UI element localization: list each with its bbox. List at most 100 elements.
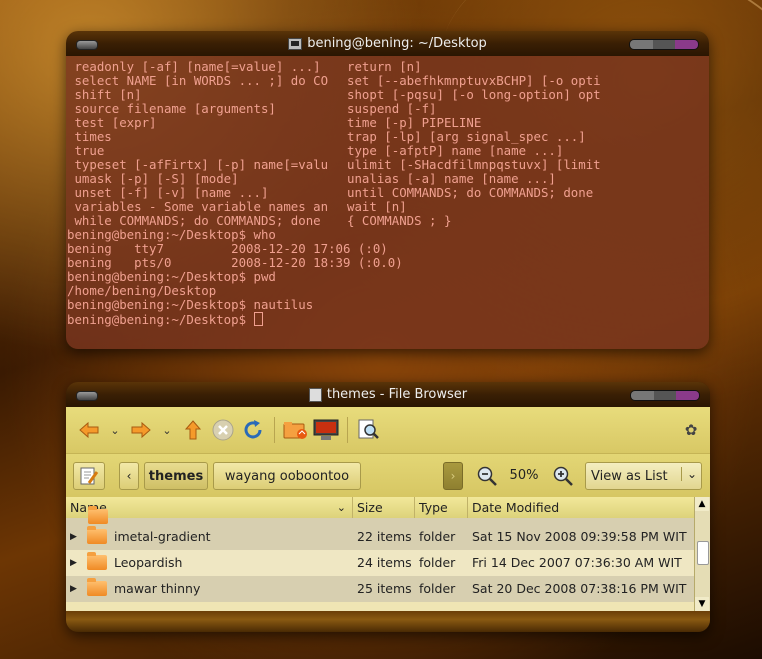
window-menu-button[interactable] bbox=[76, 40, 98, 50]
window-controls[interactable] bbox=[630, 390, 700, 401]
computer-button[interactable] bbox=[311, 415, 341, 445]
file-browser-window[interactable]: themes - File Browser ⌄ ⌄ ✿ ‹ themes way… bbox=[66, 382, 710, 632]
terminal-line-text: bening@bening:~/Desktop$ pwd bbox=[67, 269, 276, 284]
terminal-help-right: suspend [-f] bbox=[347, 101, 437, 116]
terminal-line: bening@bening:~/Desktop$ nautilus bbox=[67, 298, 709, 312]
terminal-line: test [expr] time [-p] PIPELINE bbox=[67, 116, 709, 130]
edit-location-icon bbox=[80, 467, 99, 485]
close-button[interactable] bbox=[675, 40, 698, 49]
table-row[interactable]: ▶ Leopardish 24 items folder Fri 14 Dec 2007… bbox=[66, 550, 695, 576]
file-list[interactable]: Name ⌄ Size Type Date Modified ▶imetal-g… bbox=[66, 497, 710, 611]
terminal-line-text: bening tty7 2008-12-20 17:06 (:0) bbox=[67, 241, 388, 256]
file-type-cell: folder bbox=[419, 581, 456, 596]
folder-icon bbox=[87, 526, 107, 544]
terminal-line: bening@bening:~/Desktop$ who bbox=[67, 228, 709, 242]
terminal-help-right: until COMMANDS; do COMMANDS; done bbox=[347, 185, 594, 200]
file-type-cell: folder bbox=[419, 555, 456, 570]
file-name-cell[interactable]: mawar thinny bbox=[87, 576, 353, 602]
expander-arrow-icon[interactable]: ▶ bbox=[70, 576, 82, 602]
stop-button[interactable] bbox=[208, 415, 238, 445]
home-folder-icon bbox=[283, 422, 307, 439]
breadcrumb-current[interactable]: themes bbox=[144, 462, 208, 490]
column-header-name[interactable]: Name ⌄ bbox=[66, 497, 353, 518]
file-size-cell: 24 items bbox=[357, 555, 412, 570]
sort-chevron-icon: ⌄ bbox=[336, 501, 346, 514]
column-headers: Name ⌄ Size Type Date Modified bbox=[66, 497, 695, 519]
main-toolbar: ⌄ ⌄ ✿ bbox=[66, 407, 710, 453]
search-icon bbox=[358, 419, 379, 439]
terminal-help-right: unalias [-a] name [name ...] bbox=[347, 171, 556, 186]
terminal-help-left: true bbox=[67, 144, 105, 158]
reload-icon bbox=[244, 420, 262, 439]
folder-doc-icon bbox=[308, 387, 322, 402]
breadcrumb-item[interactable]: wayang ooboontoo bbox=[213, 462, 361, 490]
maximize-button[interactable] bbox=[653, 391, 677, 400]
terminal-line: while COMMANDS; do COMMANDS; done { COMMA… bbox=[67, 214, 709, 228]
file-name-cell[interactable]: imetal-gradient bbox=[87, 524, 353, 550]
terminal-line: select NAME [in WORDS ... ;] do CO set [-… bbox=[67, 74, 709, 88]
search-button[interactable] bbox=[354, 415, 384, 445]
stop-icon bbox=[212, 419, 234, 441]
up-button[interactable] bbox=[178, 415, 208, 445]
terminal-output[interactable]: readonly [-af] [name[=value] ...] return… bbox=[66, 56, 709, 349]
gnome-throbber: ✿ bbox=[676, 415, 706, 445]
forward-arrow-icon bbox=[131, 421, 151, 439]
edit-location-button[interactable] bbox=[73, 462, 105, 490]
close-button[interactable] bbox=[676, 391, 699, 400]
table-row[interactable]: ▶ mawar thinny 25 items folder Sat 20 Dec 20… bbox=[66, 576, 695, 602]
terminal-line: /home/bening/Desktop bbox=[67, 284, 709, 298]
terminal-help-left: variables - Some variable names an bbox=[67, 200, 329, 214]
column-header-date[interactable]: Date Modified bbox=[468, 497, 695, 518]
breadcrumb-scroll-right[interactable]: › bbox=[443, 462, 463, 490]
chevron-down-icon: ⌄ bbox=[680, 467, 697, 481]
zoom-in-button[interactable] bbox=[552, 465, 574, 487]
forward-history-dropdown[interactable]: ⌄ bbox=[156, 415, 178, 445]
back-history-dropdown[interactable]: ⌄ bbox=[104, 415, 126, 445]
window-menu-button[interactable] bbox=[76, 391, 98, 401]
expander-arrow-icon[interactable]: ▶ bbox=[70, 524, 82, 550]
terminal-help-right: type [-afptP] name [name ...] bbox=[347, 143, 564, 158]
terminal-help-left: shift [n] bbox=[67, 88, 142, 102]
folder-icon bbox=[87, 552, 107, 570]
terminal-line-text: /home/bening/Desktop bbox=[67, 283, 217, 298]
scroll-down-button[interactable]: ▼ bbox=[695, 597, 709, 611]
scroll-thumb[interactable] bbox=[697, 541, 709, 565]
terminal-window[interactable]: bening@bening: ~/Desktop readonly [-af] … bbox=[66, 31, 709, 349]
table-row[interactable]: ▶ imetal-gradient 22 items folder Sat 15 Nov… bbox=[66, 524, 695, 550]
forward-button[interactable] bbox=[126, 415, 156, 445]
scroll-up-button[interactable]: ▲ bbox=[695, 497, 709, 511]
terminal-line: bening@bening:~/Desktop$ bbox=[67, 312, 709, 327]
chevron-down-icon: ⌄ bbox=[162, 423, 172, 437]
terminal-help-right: time [-p] PIPELINE bbox=[347, 115, 482, 130]
view-mode-select[interactable]: View as List ⌄ bbox=[585, 462, 702, 490]
minimize-button[interactable] bbox=[631, 391, 654, 400]
maximize-button[interactable] bbox=[652, 40, 676, 49]
column-header-size[interactable]: Size bbox=[353, 497, 415, 518]
minimize-button[interactable] bbox=[630, 40, 653, 49]
file-date-cell: Fri 14 Dec 2007 07:36:30 AM WIT bbox=[472, 555, 682, 570]
vertical-scrollbar[interactable]: ▲ ▼ bbox=[694, 497, 710, 611]
reload-button[interactable] bbox=[238, 415, 268, 445]
file-browser-titlebar[interactable]: themes - File Browser bbox=[66, 382, 710, 407]
home-button[interactable] bbox=[281, 415, 311, 445]
column-header-type[interactable]: Type bbox=[415, 497, 468, 518]
file-name-cell[interactable]: Leopardish bbox=[87, 550, 353, 576]
terminal-line: shift [n] shopt [-pqsu] [-o long-option] … bbox=[67, 88, 709, 102]
terminal-help-left: typeset [-afFirtx] [-p] name[=valu bbox=[67, 158, 329, 172]
terminal-help-left: unset [-f] [-v] [name ...] bbox=[67, 186, 269, 200]
terminal-help-left: umask [-p] [-S] [mode] bbox=[67, 172, 239, 186]
file-size-cell: 22 items bbox=[357, 529, 412, 544]
back-button[interactable] bbox=[74, 415, 104, 445]
zoom-out-button[interactable] bbox=[476, 465, 498, 487]
window-bottom-frame bbox=[66, 611, 710, 632]
chevron-right-icon: › bbox=[450, 469, 456, 483]
terminal-help-left: test [expr] bbox=[67, 116, 157, 130]
window-controls[interactable] bbox=[629, 39, 699, 50]
terminal-titlebar[interactable]: bening@bening: ~/Desktop bbox=[66, 31, 709, 56]
terminal-help-right: { COMMANDS ; } bbox=[347, 213, 452, 228]
terminal-line: unset [-f] [-v] [name ...] until COMMANDS… bbox=[67, 186, 709, 200]
expander-arrow-icon[interactable]: ▶ bbox=[70, 550, 82, 576]
zoom-level[interactable]: 50% bbox=[504, 468, 544, 483]
breadcrumb-scroll-left[interactable]: ‹ bbox=[119, 462, 139, 490]
back-arrow-icon bbox=[79, 421, 99, 439]
